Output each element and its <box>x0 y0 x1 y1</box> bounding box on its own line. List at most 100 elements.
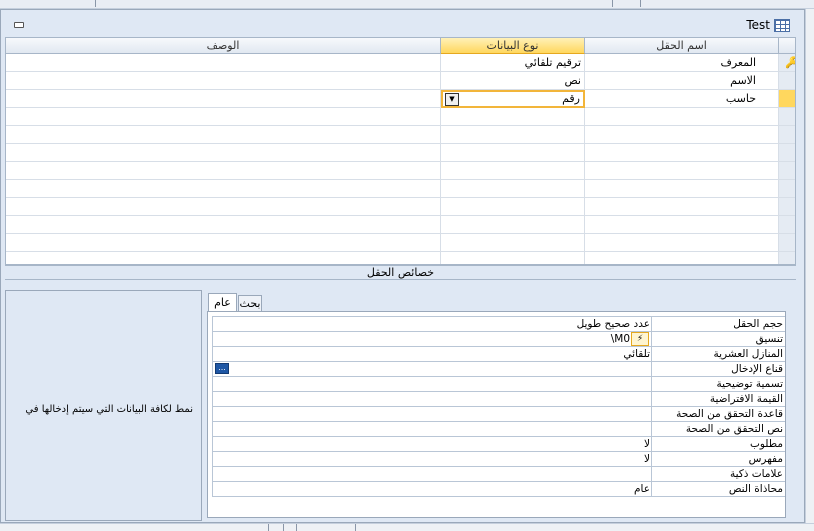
description-cell[interactable] <box>6 144 441 161</box>
description-cell[interactable] <box>6 162 441 179</box>
property-row[interactable]: حجم الحقل عدد صحيح طويل <box>213 317 785 332</box>
data-type-cell[interactable] <box>441 108 585 125</box>
table-row[interactable]: 🔑 المعرف ترقيم تلقائي <box>6 54 795 72</box>
row-selector[interactable]: 🔑 <box>779 54 795 71</box>
property-label: قاعدة التحقق من الصحة <box>651 407 785 421</box>
table-row[interactable] <box>6 252 795 264</box>
strip-tick <box>612 0 613 7</box>
row-selector[interactable] <box>779 180 795 197</box>
table-row[interactable] <box>6 216 795 234</box>
property-row[interactable]: تسمية توضيحية <box>213 377 785 392</box>
field-name-cell[interactable] <box>585 144 779 161</box>
title-bar[interactable]: Test <box>1 10 804 37</box>
property-row[interactable]: نص التحقق من الصحة <box>213 422 785 437</box>
property-row[interactable]: قاعدة التحقق من الصحة <box>213 407 785 422</box>
data-type-cell[interactable] <box>441 144 585 161</box>
row-selector-header[interactable] <box>779 38 795 54</box>
property-value[interactable] <box>213 377 652 391</box>
row-selector[interactable] <box>779 108 795 125</box>
description-cell[interactable] <box>6 126 441 143</box>
property-value[interactable]: عدد صحيح طويل <box>213 317 652 331</box>
dropdown-arrow-icon[interactable]: ▼ <box>445 93 459 106</box>
description-cell[interactable] <box>6 72 441 89</box>
property-value[interactable]: \M0 <box>213 332 632 346</box>
description-cell[interactable] <box>6 108 441 125</box>
table-row[interactable] <box>6 162 795 180</box>
description-cell[interactable] <box>6 216 441 233</box>
field-name-cell[interactable] <box>585 216 779 233</box>
property-row[interactable]: علامات ذكية <box>213 467 785 482</box>
table-row[interactable]: حاسب رقم ▼ <box>6 90 795 108</box>
row-selector[interactable] <box>779 90 795 107</box>
property-value[interactable]: لا <box>213 452 652 466</box>
tab-general[interactable]: عام <box>208 293 237 313</box>
row-selector[interactable] <box>779 252 795 264</box>
field-name-cell[interactable] <box>585 198 779 215</box>
lightning-icon[interactable]: ⚡ <box>631 332 649 346</box>
description-cell[interactable] <box>6 252 441 264</box>
field-name-cell[interactable] <box>585 180 779 197</box>
table-row[interactable] <box>6 144 795 162</box>
data-type-cell[interactable] <box>441 180 585 197</box>
description-cell[interactable] <box>6 198 441 215</box>
description-cell[interactable] <box>6 90 441 107</box>
row-selector[interactable] <box>779 162 795 179</box>
table-row[interactable]: الاسم نص <box>6 72 795 90</box>
field-name-cell[interactable]: حاسب <box>585 90 779 107</box>
field-name-cell[interactable]: الاسم <box>585 72 779 89</box>
field-name-cell[interactable] <box>585 162 779 179</box>
data-type-cell[interactable] <box>441 162 585 179</box>
table-row[interactable] <box>6 198 795 216</box>
input-mask-builder-button[interactable]: ... <box>215 363 229 374</box>
property-value[interactable] <box>213 407 652 421</box>
data-type-select[interactable]: رقم ▼ <box>441 90 585 108</box>
description-cell[interactable] <box>6 180 441 197</box>
header-data-type[interactable]: نوع البيانات <box>441 38 585 54</box>
table-row[interactable] <box>6 234 795 252</box>
property-row[interactable]: قناع الإدخال ... <box>213 362 785 377</box>
property-row[interactable]: محاذاة النص عام <box>213 482 785 497</box>
property-value[interactable]: عام <box>213 482 652 496</box>
table-row[interactable] <box>6 180 795 198</box>
property-value[interactable] <box>213 362 652 376</box>
field-name-cell[interactable] <box>585 126 779 143</box>
property-value[interactable] <box>213 392 652 406</box>
minimize-button[interactable] <box>14 22 24 28</box>
data-type-cell[interactable]: نص <box>441 72 585 89</box>
field-name-cell[interactable] <box>585 108 779 125</box>
data-type-cell[interactable] <box>441 198 585 215</box>
data-type-cell[interactable]: ترقيم تلقائي <box>441 54 585 71</box>
data-type-cell[interactable] <box>441 252 585 264</box>
data-type-cell[interactable] <box>441 234 585 251</box>
row-selector[interactable] <box>779 198 795 215</box>
table-row[interactable] <box>6 126 795 144</box>
field-name-cell[interactable]: المعرف <box>585 54 779 71</box>
data-type-cell[interactable] <box>441 216 585 233</box>
property-value[interactable]: لا <box>213 437 652 451</box>
table-row[interactable] <box>6 108 795 126</box>
property-row[interactable]: مفهرس لا <box>213 452 785 467</box>
property-label: مطلوب <box>651 437 785 451</box>
property-label: مفهرس <box>651 452 785 466</box>
property-row[interactable]: المنازل العشرية تلقائي <box>213 347 785 362</box>
property-value[interactable]: تلقائي <box>213 347 652 361</box>
field-name-cell[interactable] <box>585 234 779 251</box>
description-cell[interactable] <box>6 234 441 251</box>
property-value[interactable] <box>213 422 652 436</box>
property-row[interactable]: مطلوب لا <box>213 437 785 452</box>
property-label: تنسيق <box>651 332 785 346</box>
header-description[interactable]: الوصف <box>6 38 441 54</box>
property-row[interactable]: القيمة الافتراضية <box>213 392 785 407</box>
row-selector[interactable] <box>779 72 795 89</box>
description-cell[interactable] <box>6 54 441 71</box>
row-selector[interactable] <box>779 216 795 233</box>
property-row[interactable]: تنسيق ⚡ \M0 <box>213 332 785 347</box>
row-selector[interactable] <box>779 126 795 143</box>
property-value[interactable] <box>213 467 652 481</box>
row-selector[interactable] <box>779 234 795 251</box>
header-field-name[interactable]: اسم الحقل <box>585 38 779 54</box>
row-selector[interactable] <box>779 144 795 161</box>
data-type-cell[interactable] <box>441 126 585 143</box>
tab-lookup[interactable]: بحث <box>238 295 262 312</box>
field-name-cell[interactable] <box>585 252 779 264</box>
